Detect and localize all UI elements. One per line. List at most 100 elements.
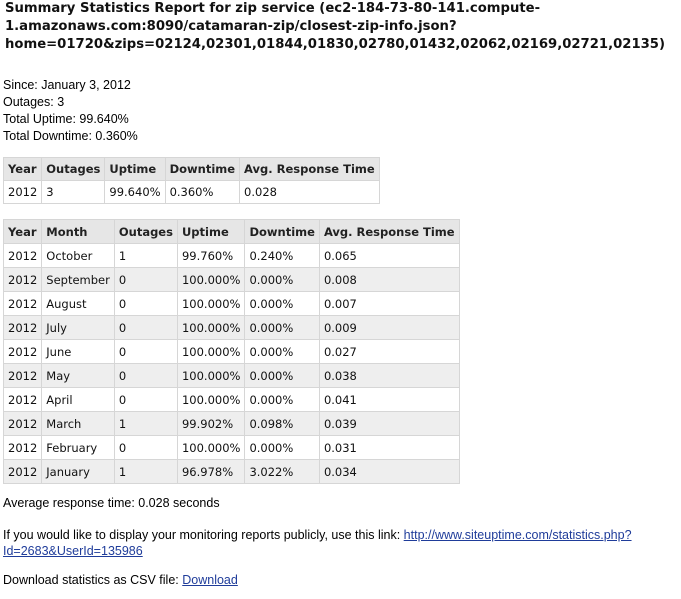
cell-avg-response: 0.031	[318, 435, 460, 460]
average-response-text: Average response time: 0.028 seconds	[3, 496, 220, 510]
table-row: 2012 September 0 100.000% 0.000% 0.008	[2, 267, 460, 292]
cell-uptime: 96.978%	[176, 459, 246, 484]
cell-avg-response: 0.009	[318, 315, 460, 340]
cell-month: January	[41, 459, 115, 484]
summary-header-uptime: Uptime	[104, 157, 166, 181]
cell-outages: 1	[113, 243, 178, 268]
cell-uptime: 100.000%	[176, 291, 246, 316]
cell-uptime: 100.000%	[176, 315, 246, 340]
monthly-header-year: Year	[2, 219, 43, 244]
cell-uptime: 99.760%	[176, 243, 246, 268]
cell-avg-response: 0.065	[318, 243, 460, 268]
monthly-table-header-row: Year Month Outages Uptime Downtime Avg. …	[2, 219, 460, 244]
table-row: 2012 July 0 100.000% 0.000% 0.009	[2, 315, 460, 340]
cell-outages: 0	[113, 291, 178, 316]
cell-month: March	[41, 411, 115, 436]
summary-header-downtime: Downtime	[164, 157, 241, 181]
cell-outages: 1	[113, 411, 178, 436]
table-row: 2012 June 0 100.000% 0.000% 0.027	[2, 339, 460, 364]
cell-month: October	[41, 243, 115, 268]
cell-month: April	[41, 387, 115, 412]
cell-avg-response: 0.041	[318, 387, 460, 412]
summary-cell-downtime: 0.360%	[164, 180, 241, 204]
summary-header-avg-response: Avg. Response Time	[239, 157, 380, 181]
cell-downtime: 0.000%	[244, 315, 320, 340]
cell-downtime: 3.022%	[244, 459, 320, 484]
table-row: 2012 February 0 100.000% 0.000% 0.031	[2, 435, 460, 460]
cell-outages: 0	[113, 267, 178, 292]
total-downtime-text: Total Downtime: 0.360%	[3, 129, 138, 143]
cell-month: May	[41, 363, 115, 388]
public-report-notice: If you would like to display your monito…	[3, 527, 678, 559]
table-row: 2012 March 1 99.902% 0.098% 0.039	[2, 411, 460, 436]
cell-avg-response: 0.038	[318, 363, 460, 388]
cell-year: 2012	[2, 267, 43, 292]
cell-year: 2012	[2, 411, 43, 436]
cell-downtime: 0.000%	[244, 435, 320, 460]
cell-uptime: 100.000%	[176, 435, 246, 460]
cell-uptime: 100.000%	[176, 387, 246, 412]
table-row: 2012 August 0 100.000% 0.000% 0.007	[2, 291, 460, 316]
cell-month: July	[41, 315, 115, 340]
cell-year: 2012	[2, 435, 43, 460]
cell-month: August	[41, 291, 115, 316]
cell-downtime: 0.000%	[244, 339, 320, 364]
cell-uptime: 100.000%	[176, 363, 246, 388]
cell-uptime: 100.000%	[176, 267, 246, 292]
table-row: 2012 May 0 100.000% 0.000% 0.038	[2, 363, 460, 388]
cell-outages: 0	[113, 387, 178, 412]
total-uptime-text: Total Uptime: 99.640%	[3, 112, 129, 126]
cell-avg-response: 0.007	[318, 291, 460, 316]
cell-downtime: 0.000%	[244, 291, 320, 316]
csv-download-section: Download statistics as CSV file: Downloa…	[3, 573, 238, 587]
table-row: 2012 January 1 96.978% 3.022% 0.034	[2, 459, 460, 484]
monthly-header-uptime: Uptime	[176, 219, 246, 244]
cell-year: 2012	[2, 387, 43, 412]
monthly-header-downtime: Downtime	[244, 219, 320, 244]
public-report-text: If you would like to display your monito…	[3, 528, 401, 542]
table-row: 2012 October 1 99.760% 0.240% 0.065	[2, 243, 460, 268]
cell-downtime: 0.098%	[244, 411, 320, 436]
cell-downtime: 0.000%	[244, 363, 320, 388]
cell-year: 2012	[2, 243, 43, 268]
cell-outages: 1	[113, 459, 178, 484]
cell-year: 2012	[2, 363, 43, 388]
summary-cell-year: 2012	[2, 180, 43, 204]
csv-download-text: Download statistics as CSV file:	[3, 573, 179, 587]
summary-table-header-row: Year Outages Uptime Downtime Avg. Respon…	[2, 157, 380, 181]
page-title: Summary Statistics Report for zip servic…	[5, 1, 666, 52]
cell-downtime: 0.240%	[244, 243, 320, 268]
summary-table: Year Outages Uptime Downtime Avg. Respon…	[2, 157, 380, 204]
cell-avg-response: 0.027	[318, 339, 460, 364]
summary-cell-outages: 3	[41, 180, 106, 204]
summary-header-year: Year	[2, 157, 43, 181]
table-row: 2012 April 0 100.000% 0.000% 0.041	[2, 387, 460, 412]
cell-year: 2012	[2, 315, 43, 340]
cell-downtime: 0.000%	[244, 267, 320, 292]
cell-avg-response: 0.008	[318, 267, 460, 292]
cell-downtime: 0.000%	[244, 387, 320, 412]
cell-avg-response: 0.034	[318, 459, 460, 484]
cell-outages: 0	[113, 315, 178, 340]
cell-year: 2012	[2, 339, 43, 364]
summary-cell-avg-response: 0.028	[239, 180, 380, 204]
summary-cell-uptime: 99.640%	[104, 180, 166, 204]
csv-download-link[interactable]: Download	[182, 573, 238, 587]
cell-outages: 0	[113, 339, 178, 364]
outages-text: Outages: 3	[3, 95, 65, 109]
stats-summary: Since: January 3, 2012 Outages: 3 Total …	[3, 77, 138, 145]
cell-month: February	[41, 435, 115, 460]
cell-month: June	[41, 339, 115, 364]
monthly-table: Year Month Outages Uptime Downtime Avg. …	[2, 219, 460, 484]
since-text: Since: January 3, 2012	[3, 78, 131, 92]
cell-year: 2012	[2, 291, 43, 316]
summary-header-outages: Outages	[41, 157, 106, 181]
monthly-header-avg-response: Avg. Response Time	[318, 219, 460, 244]
cell-uptime: 100.000%	[176, 339, 246, 364]
cell-avg-response: 0.039	[318, 411, 460, 436]
cell-year: 2012	[2, 459, 43, 484]
cell-uptime: 99.902%	[176, 411, 246, 436]
summary-table-row: 2012 3 99.640% 0.360% 0.028	[2, 180, 380, 204]
cell-outages: 0	[113, 435, 178, 460]
cell-month: September	[41, 267, 115, 292]
